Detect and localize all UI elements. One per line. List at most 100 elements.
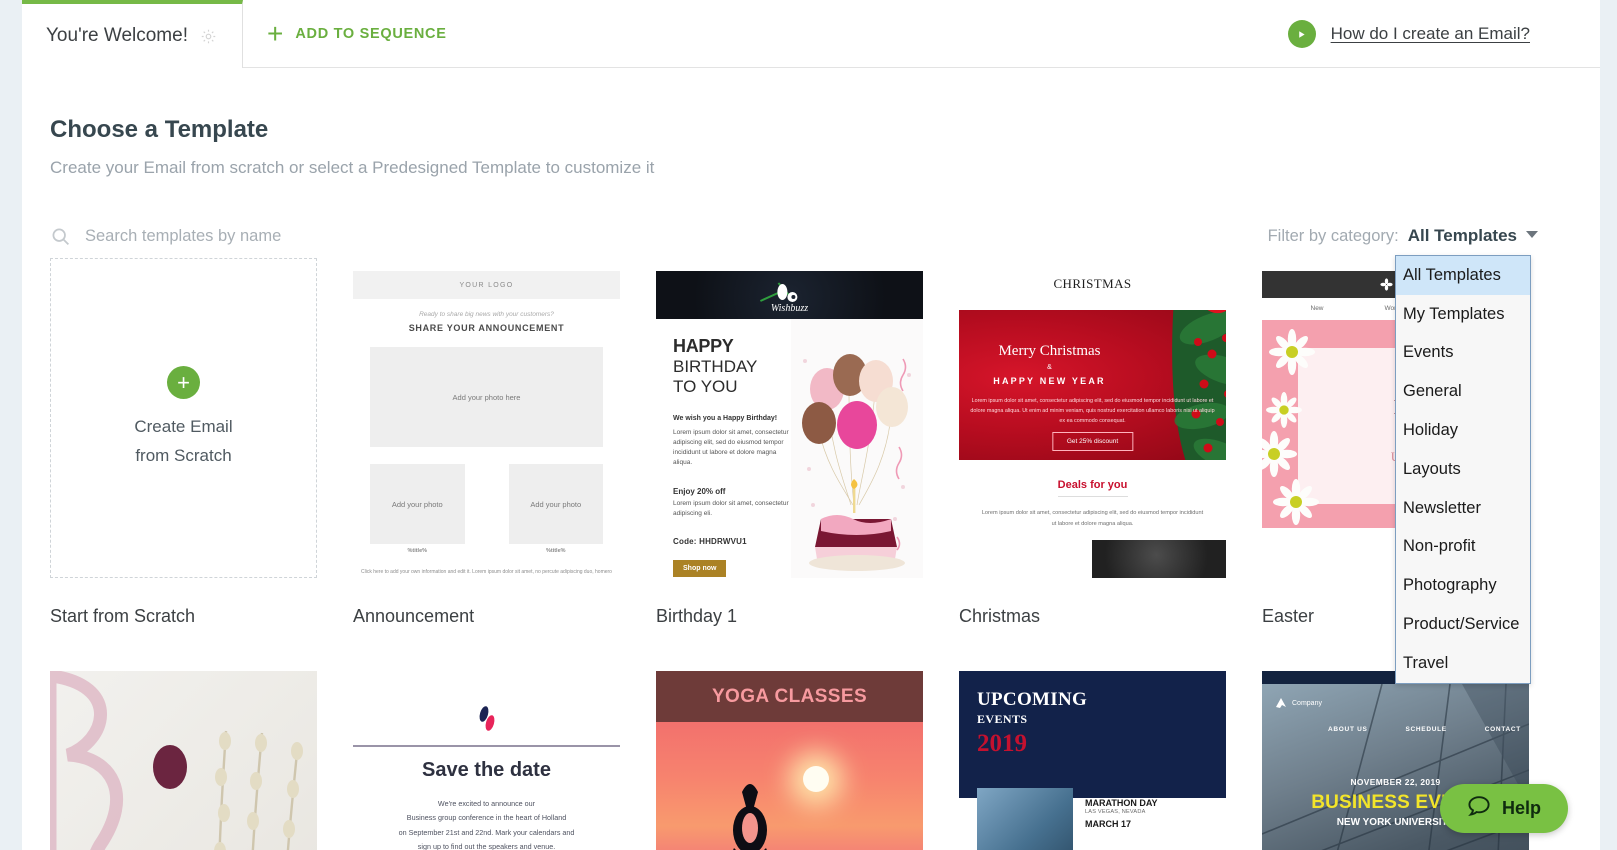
chevron-down-icon[interactable] [1526,231,1538,238]
right-edge-strip [1600,0,1617,850]
template-card-start-from-scratch[interactable]: + Create Email from Scratch Start from S… [50,258,317,671]
template-card-christmas[interactable]: CHRISTMAS Merry Christmas & HAPPY NEW YE… [959,258,1226,671]
template-thumbnail[interactable]: YOUR LOGO Ready to share big news with y… [353,258,620,578]
christmas-hero: Merry Christmas & HAPPY NEW YEAR Lorem i… [959,310,1226,460]
save-the-date-logo-icon [479,706,494,731]
announcement-kicker: Ready to share big news with your custom… [419,311,554,318]
dropdown-option-holiday[interactable]: Holiday [1396,411,1530,450]
help-widget-button[interactable]: Help [1439,784,1568,833]
scratch-line2: from Scratch [135,445,232,465]
christmas-logo: CHRISTMAS [959,276,1226,292]
category-dropdown-menu[interactable]: All Templates My Templates Events Genera… [1395,255,1531,684]
help-link-label: How do I create an Email? [1330,24,1530,43]
birthday-illustration [791,319,923,578]
business-event-logo: Company [1274,696,1322,710]
upcoming-events-photo [977,788,1073,850]
divider [1057,496,1128,497]
template-thumbnail[interactable]: Wishbuzz HAPPY BIRTHDAY TO YOU We wish y… [656,258,923,578]
template-card-easter-photo[interactable] [50,671,317,850]
help-widget-label: Help [1501,798,1541,818]
birthday-h1: HAPPY [673,336,734,356]
announcement-body: Click here to add your own information a… [361,569,612,578]
announcement-photo-big: Add your photo here [370,347,603,447]
scratch-line1: Create Email [134,416,233,436]
yoga-title: YOGA CLASSES [711,685,868,707]
template-caption: Birthday 1 [656,606,738,626]
christmas-deals-title: Deals for you [1057,479,1128,491]
template-grid: + Create Email from Scratch Start from S… [50,258,1580,850]
search-row [50,226,505,247]
template-card-upcoming-events[interactable]: UPCOMING EVENTS 2019 MARATHON DAY LAS VE… [959,671,1226,850]
dropdown-option-my-templates[interactable]: My Templates [1396,295,1530,334]
email-tab-title: You're Welcome! [46,25,188,46]
easter-nav-link[interactable]: New [1311,305,1324,312]
birthday-offer-title: Enjoy 20% off [673,487,726,497]
template-thumbnail[interactable]: + Create Email from Scratch [50,258,317,578]
add-to-sequence-button[interactable]: + ADD TO SEQUENCE [267,0,447,68]
business-event-nav-link[interactable]: SCHEDULE [1405,726,1446,733]
template-thumbnail[interactable] [50,671,317,850]
template-thumbnail[interactable]: CHRISTMAS Merry Christmas & HAPPY NEW YE… [959,258,1226,578]
birthday-h2: BIRTHDAY [673,357,758,377]
business-event-nav: ABOUT US SCHEDULE CONTACT [1328,726,1521,733]
content-panel: Choose a Template Create your Email from… [22,68,1600,850]
email-tab[interactable]: You're Welcome! [22,0,243,68]
birthday-sub-body: Lorem ipsum dolor sit amet, consectetur … [673,428,789,467]
save-the-date-body: We're excited to announce our Business g… [398,799,575,850]
play-icon [1287,20,1316,48]
dropdown-option-photography[interactable]: Photography [1396,566,1530,605]
dropdown-option-non-profit[interactable]: Non-profit [1396,528,1530,567]
gear-icon[interactable] [200,28,217,45]
how-do-i-create-an-email-link[interactable]: How do I create an Email? [1287,0,1530,68]
template-caption: Announcement [353,606,475,626]
dropdown-option-layouts[interactable]: Layouts [1396,450,1530,489]
dropdown-option-all-templates[interactable]: All Templates [1396,256,1530,295]
business-event-nav-link[interactable]: CONTACT [1485,726,1521,733]
announcement-headline: SHARE YOUR ANNOUNCEMENT [408,323,565,333]
event-date: MARCH 17 [1085,819,1132,829]
filter-by-category[interactable]: Filter by category: All Templates [1268,226,1538,246]
business-event-nav-link[interactable]: ABOUT US [1328,726,1368,733]
template-caption: Christmas [959,606,1041,626]
scratch-label: Create Email from Scratch [134,413,232,471]
template-thumbnail[interactable]: Save the date We're excited to announce … [353,671,620,850]
announcement-caption-left: %title% [407,548,428,554]
add-to-sequence-label: ADD TO SEQUENCE [295,26,447,42]
yoga-photo [656,722,923,850]
christmas-photo [1092,540,1226,578]
dropdown-option-newsletter[interactable]: Newsletter [1396,489,1530,528]
template-thumbnail[interactable]: YOGA CLASSES [656,671,923,850]
template-card-yoga[interactable]: YOGA CLASSES [656,671,923,850]
app-root: You're Welcome! + ADD TO SEQUENCE How do… [0,0,1617,850]
dropdown-option-travel[interactable]: Travel [1396,644,1530,683]
filter-selected-value: All Templates [1407,226,1517,245]
birthday-code: Code: HHDRWVU1 [673,537,747,547]
plus-icon: + [267,18,284,49]
search-input[interactable] [85,227,505,246]
template-card-save-the-date[interactable]: Save the date We're excited to announce … [353,671,620,850]
christmas-discount-button[interactable]: Get 25% discount [1051,432,1134,451]
birthday-shop-button[interactable]: Shop now [673,560,727,578]
dropdown-option-general[interactable]: General [1396,372,1530,411]
announcement-photo-left: Add your photo [370,464,465,544]
template-card-birthday-1[interactable]: Wishbuzz HAPPY BIRTHDAY TO YOU We wish y… [656,258,923,671]
dropdown-option-events[interactable]: Events [1396,334,1530,373]
event-name: MARATHON DAY [1085,798,1158,808]
top-bar: You're Welcome! + ADD TO SEQUENCE How do… [22,0,1600,68]
company-logo-icon [1276,698,1286,708]
christmas-amp: & [1047,364,1052,371]
search-icon [50,226,71,247]
template-card-announcement[interactable]: YOUR LOGO Ready to share big news with y… [353,258,620,671]
christmas-h2: HAPPY NEW YEAR [993,376,1106,386]
event-location: LAS VEGAS, NEVADA [1085,809,1146,815]
page-subtitle: Create your Email from scratch or select… [50,158,655,177]
save-the-date-title: Save the date [422,759,551,781]
easter-photo-preview [50,671,317,850]
template-thumbnail[interactable]: UPCOMING EVENTS 2019 MARATHON DAY LAS VE… [959,671,1226,850]
announcement-logo: YOUR LOGO [353,271,620,299]
announcement-photo-right: Add your photo [508,464,603,544]
dropdown-option-product-service[interactable]: Product/Service [1396,605,1530,644]
upcoming-events-header: UPCOMING EVENTS 2019 [959,671,1226,798]
upcoming-events-title: UPCOMING [977,689,1088,710]
page-title: Choose a Template [50,116,269,143]
